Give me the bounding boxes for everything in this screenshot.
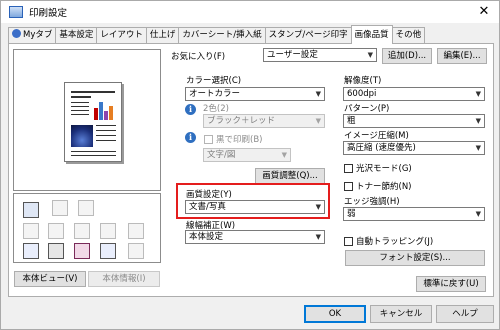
print-settings-dialog: 印刷設定 ✕ Myタブ 基本設定 レイアウト 仕上げ カバーシート/挿入紙 スタ… <box>0 0 500 330</box>
chevron-down-icon: ▼ <box>475 144 481 152</box>
text-line <box>96 135 116 136</box>
tab-cover-sheet[interactable]: カバーシート/挿入紙 <box>178 27 266 44</box>
tab-basic[interactable]: 基本設定 <box>55 27 98 44</box>
title-bar: 印刷設定 ✕ <box>1 1 499 23</box>
document-icon <box>23 243 39 259</box>
paper-preview <box>64 82 122 162</box>
finisher-icon <box>78 200 94 216</box>
auto-trapping-checkbox[interactable]: 自動トラッピング(J) <box>344 235 433 247</box>
line-width-select[interactable]: 本体設定 ▼ <box>185 230 325 244</box>
chevron-down-icon: ▼ <box>315 90 321 98</box>
user-icon <box>12 29 21 38</box>
user-auth-icon <box>48 243 64 259</box>
chevron-down-icon: ▼ <box>475 90 481 98</box>
add-favorite-button[interactable]: 追加(D)... <box>382 48 432 64</box>
text-line <box>71 91 115 93</box>
tab-strip: Myタブ 基本設定 レイアウト 仕上げ カバーシート/挿入紙 スタンプ/ページ印… <box>8 25 426 44</box>
edit-favorite-button[interactable]: 編集(E)... <box>437 48 487 64</box>
two-color-select[interactable]: ブラック＋レッド ▼ <box>203 114 325 128</box>
checkbox-box <box>344 181 353 191</box>
chevron-down-icon: ▼ <box>475 117 481 125</box>
booklet-icon <box>128 223 144 239</box>
text-line <box>71 155 116 156</box>
tab-finishing[interactable]: 仕上げ <box>145 27 180 44</box>
black-print-checkbox[interactable]: 黒で印刷(B) <box>204 133 262 145</box>
resolution-select[interactable]: 600dpi ▼ <box>343 87 485 101</box>
compression-label: イメージ圧縮(M) <box>344 131 409 141</box>
checkbox-box <box>344 163 353 173</box>
text-line <box>71 102 89 103</box>
chevron-down-icon: ▼ <box>281 151 287 159</box>
reset-button[interactable]: 標準に戻す(U) <box>416 276 486 292</box>
edge-select[interactable]: 弱 ▼ <box>343 207 485 221</box>
highlight-box <box>176 183 330 219</box>
text-line <box>96 140 116 141</box>
text-line <box>71 106 89 107</box>
tab-mytab[interactable]: Myタブ <box>8 27 57 44</box>
printer-icon <box>9 6 23 18</box>
chevron-down-icon: ▼ <box>475 210 481 218</box>
fold-icon <box>100 223 116 239</box>
edge-label: エッジ強調(H) <box>344 197 400 207</box>
text-line <box>96 130 116 131</box>
cancel-button[interactable]: キャンセル <box>370 305 432 323</box>
page-preview <box>13 49 161 191</box>
tab-stamp[interactable]: スタンプ/ページ印字 <box>264 27 352 44</box>
chevron-down-icon: ▼ <box>367 51 373 59</box>
quality-adjust-button[interactable]: 画質調整(Q)... <box>255 168 325 184</box>
account-track-icon <box>74 243 90 259</box>
punch-icon <box>74 223 90 239</box>
box-save-icon <box>128 243 144 259</box>
info-button[interactable]: 本体情報(I) <box>88 271 160 287</box>
pattern-label: パターン(P) <box>344 104 390 114</box>
color-select-label: カラー選択(C) <box>186 76 242 86</box>
option-icon-area <box>13 193 161 263</box>
two-color-label: 2色(2) <box>203 104 229 114</box>
text-line <box>71 151 116 152</box>
photo-image <box>71 125 93 147</box>
tab-image-quality[interactable]: 画像品質 <box>350 25 393 44</box>
color-select[interactable]: オートカラー ▼ <box>185 87 325 101</box>
text-line <box>71 96 91 98</box>
duplex-icon <box>23 223 39 239</box>
staple-icon <box>48 223 64 239</box>
compression-select[interactable]: 高圧縮 (速度優先) ▼ <box>343 141 485 155</box>
text-line <box>96 125 116 126</box>
chevron-down-icon: ▼ <box>315 233 321 241</box>
tab-other[interactable]: その他 <box>391 27 426 44</box>
text-line <box>71 114 89 115</box>
checkbox-box <box>204 134 213 144</box>
ok-button[interactable]: OK <box>304 305 366 323</box>
resolution-label: 解像度(T) <box>344 76 382 86</box>
checkbox-box <box>344 236 353 246</box>
bar-graph-image <box>93 98 117 120</box>
view-button[interactable]: 本体ビュー(V) <box>14 271 86 287</box>
black-print-select[interactable]: 文字/図 ▼ <box>203 148 291 162</box>
text-line <box>71 110 89 111</box>
printer-device-icon <box>23 202 39 218</box>
window-title: 印刷設定 <box>29 8 68 19</box>
close-button[interactable]: ✕ <box>473 4 495 20</box>
pattern-select[interactable]: 粗 ▼ <box>343 114 485 128</box>
favorites-select[interactable]: ユーザー設定 ▼ <box>263 48 377 62</box>
tab-layout[interactable]: レイアウト <box>96 27 147 44</box>
toner-save-checkbox[interactable]: トナー節約(N) <box>344 180 412 192</box>
chevron-down-icon: ▼ <box>315 117 321 125</box>
help-button[interactable]: ヘルプ <box>436 305 494 323</box>
info-icon: i <box>185 104 196 115</box>
favorites-label: お気に入り(F) <box>171 52 226 62</box>
font-settings-button[interactable]: フォント設定(S)... <box>345 250 485 266</box>
tray-icon <box>52 200 68 216</box>
glossy-checkbox[interactable]: 光沢モード(G) <box>344 162 412 174</box>
info-icon: i <box>185 132 196 143</box>
secure-print-icon <box>100 243 116 259</box>
